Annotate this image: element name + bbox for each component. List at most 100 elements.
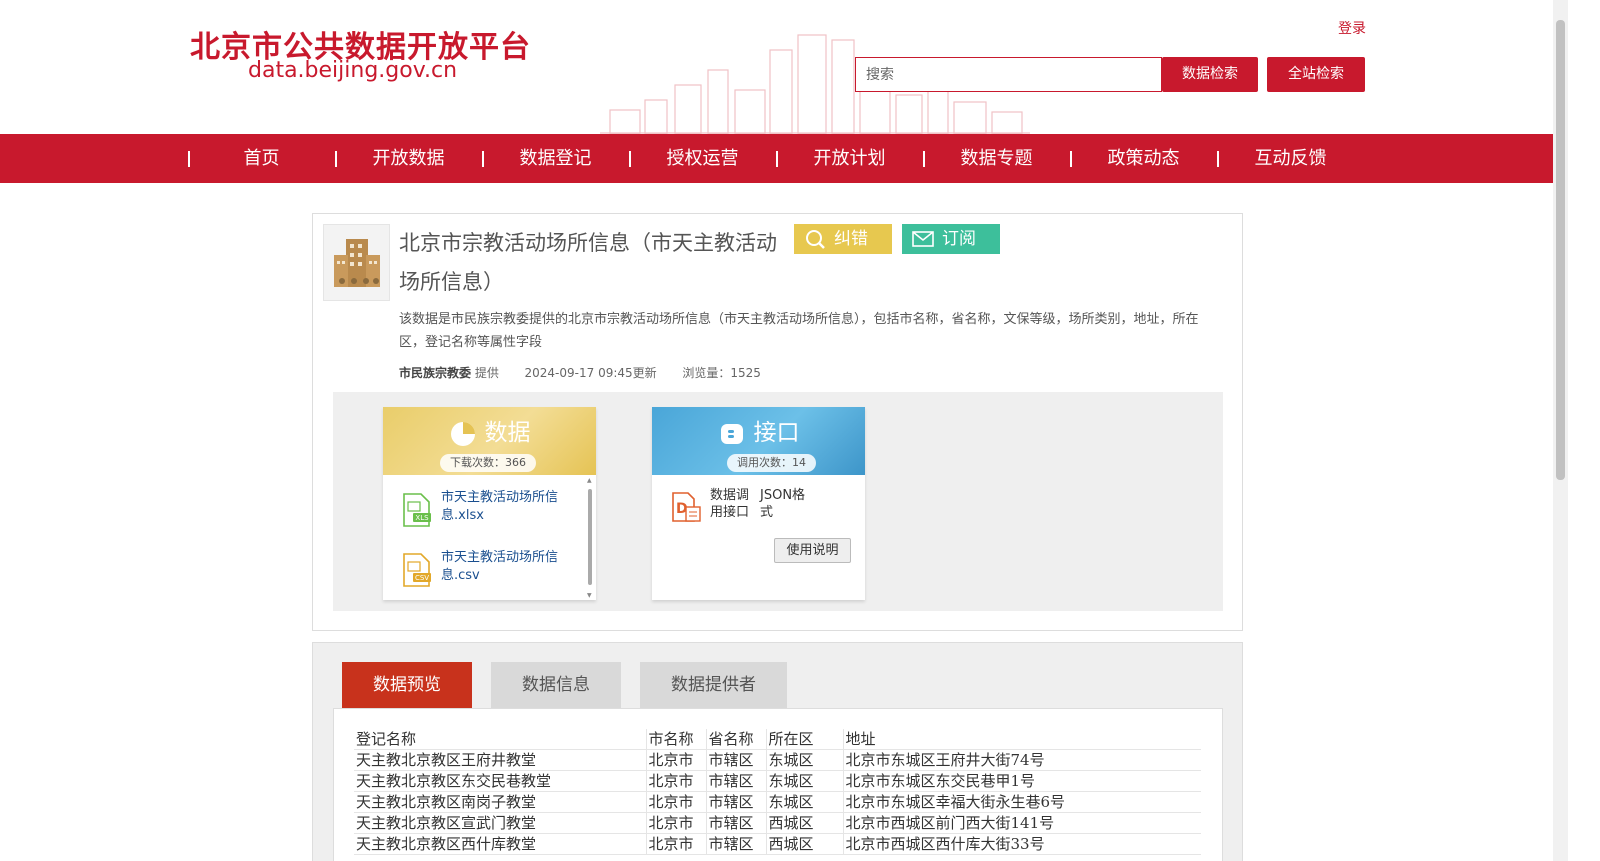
table-cell: 市辖区 xyxy=(705,833,766,855)
dataset-card: 北京市宗教活动场所信息（市天主教活动场所信息） 纠错 订阅 该数据是市民族宗教委… xyxy=(312,213,1243,631)
nav-item-feedback[interactable]: 互动反馈 xyxy=(1217,134,1364,183)
data-download-panel: 数据 下载次数：366 XLS 市天主教活动场所信息.xlsx CSV 市天主教… xyxy=(383,407,596,600)
table-cell: 北京市 xyxy=(645,749,706,771)
table-cell: 北京市 xyxy=(645,812,706,834)
table-header-cell: 市名称 xyxy=(645,729,706,750)
api-document-icon: D xyxy=(672,492,701,522)
scroll-down-icon[interactable]: ▼ xyxy=(587,592,592,599)
table-cell: 北京市东城区东交民巷甲1号 xyxy=(842,770,1201,792)
pie-chart-icon xyxy=(450,421,475,446)
table-cell: 天主教北京教区东交民巷教堂 xyxy=(354,770,646,792)
view-count: 浏览量：1525 xyxy=(682,366,761,380)
nav-item-data-topics[interactable]: 数据专题 xyxy=(923,134,1070,183)
nav-item-open-plan[interactable]: 开放计划 xyxy=(776,134,923,183)
table-cell: 天主教北京教区西什库教堂 xyxy=(354,833,646,855)
file-list-scrollbar[interactable]: ▲ ▼ xyxy=(586,477,594,599)
login-link[interactable]: 登录 xyxy=(1338,18,1366,38)
table-cell: 市辖区 xyxy=(705,812,766,834)
table-row: 天主教北京教区宣武门教堂 北京市 市辖区 西城区 北京市西城区前门西大街141号 xyxy=(354,812,1201,834)
subscribe-button[interactable]: 订阅 xyxy=(902,224,1000,254)
file-item-xlsx[interactable]: XLS 市天主教活动场所信息.xlsx xyxy=(401,489,571,533)
nav-item-open-data[interactable]: 开放数据 xyxy=(335,134,482,183)
table-header-row: 登记名称 市名称 省名称 所在区 地址 xyxy=(354,729,1201,750)
download-count-badge: 下载次数：366 xyxy=(440,454,536,472)
api-format-label: JSON格式 xyxy=(760,488,806,520)
data-panel-title: 数据 xyxy=(484,420,531,446)
dataset-title: 北京市宗教活动场所信息（市天主教活动场所信息） xyxy=(399,231,777,294)
resource-area: 数据 下载次数：366 XLS 市天主教活动场所信息.xlsx CSV 市天主教… xyxy=(333,392,1223,611)
api-docs-button[interactable]: 使用说明 xyxy=(774,538,851,563)
api-panel-header: 接口 调用次数：14 xyxy=(652,407,865,475)
svg-text:CSV: CSV xyxy=(415,574,429,582)
tab-data-preview[interactable]: 数据预览 xyxy=(342,662,472,708)
provider-suffix: 提供 xyxy=(474,366,499,380)
site-header: 北京市公共数据开放平台 data.beijing.gov.cn 登录 数据检索 … xyxy=(0,0,1585,134)
table-cell: 东城区 xyxy=(765,749,843,771)
table-cell: 天主教北京教区南岗子教堂 xyxy=(354,791,646,813)
page-scrollbar-thumb[interactable] xyxy=(1556,20,1565,480)
data-preview-panel: 登记名称 市名称 省名称 所在区 地址 天主教北京教区王府井教堂 北京市 市辖区… xyxy=(333,708,1223,861)
table-row: 天主教北京教区东交民巷教堂 北京市 市辖区 东城区 北京市东城区东交民巷甲1号 xyxy=(354,770,1201,792)
nav-item-home[interactable]: 首页 xyxy=(188,134,335,183)
dataset-detail-card: 数据预览 数据信息 数据提供者 登记名称 市名称 省名称 所在区 地址 天主教北… xyxy=(312,642,1243,861)
file-item-csv[interactable]: CSV 市天主教活动场所信息.csv xyxy=(401,549,571,593)
table-cell: 市辖区 xyxy=(705,791,766,813)
table-cell: 市辖区 xyxy=(705,770,766,792)
table-header-cell: 登记名称 xyxy=(354,729,646,750)
xls-file-icon: XLS xyxy=(403,493,431,527)
dataset-thumbnail xyxy=(323,224,390,301)
table-cell: 西城区 xyxy=(765,812,843,834)
table-cell: 东城区 xyxy=(765,770,843,792)
provider-name: 市民族宗教委 xyxy=(399,366,472,380)
search-input[interactable] xyxy=(855,57,1162,92)
file-name-csv[interactable]: 市天主教活动场所信息.csv xyxy=(441,549,561,585)
api-panel: 接口 调用次数：14 D 数据调用接口 JSON格式 使用说明 xyxy=(652,407,865,600)
nav-item-policy-news[interactable]: 政策动态 xyxy=(1070,134,1217,183)
table-cell: 西城区 xyxy=(765,833,843,855)
table-header-cell: 地址 xyxy=(842,729,1201,750)
api-icon xyxy=(720,423,743,444)
site-search-button[interactable]: 全站检索 xyxy=(1267,57,1365,92)
page-scrollbar[interactable] xyxy=(1553,0,1568,861)
site-logo-domain[interactable]: data.beijing.gov.cn xyxy=(248,58,457,83)
table-row: 天主教北京教区南岗子教堂 北京市 市辖区 东城区 北京市东城区幸福大街永生巷6号 xyxy=(354,791,1201,813)
table-row: 天主教北京教区西什库教堂 北京市 市辖区 西城区 北京市西城区西什库大街33号 xyxy=(354,833,1201,855)
envelope-icon xyxy=(912,231,934,247)
data-preview-table: 登记名称 市名称 省名称 所在区 地址 天主教北京教区王府井教堂 北京市 市辖区… xyxy=(354,729,1201,855)
table-header-cell: 省名称 xyxy=(705,729,766,750)
table-row: 天主教北京教区王府井教堂 北京市 市辖区 东城区 北京市东城区王府井大街74号 xyxy=(354,749,1201,771)
table-header-cell: 所在区 xyxy=(765,729,843,750)
tab-data-provider[interactable]: 数据提供者 xyxy=(640,662,787,708)
api-call-label: 数据调用接口 xyxy=(710,488,750,520)
table-cell: 北京市东城区王府井大街74号 xyxy=(842,749,1201,771)
report-error-button[interactable]: 纠错 xyxy=(794,224,892,254)
call-count-badge: 调用次数：14 xyxy=(727,454,816,472)
table-cell: 北京市 xyxy=(645,770,706,792)
table-cell: 北京市 xyxy=(645,791,706,813)
table-cell: 市辖区 xyxy=(705,749,766,771)
table-cell: 天主教北京教区宣武门教堂 xyxy=(354,812,646,834)
nav-item-data-registration[interactable]: 数据登记 xyxy=(482,134,629,183)
page: 北京市公共数据开放平台 data.beijing.gov.cn 登录 数据检索 … xyxy=(0,0,1600,861)
magnifier-icon xyxy=(806,230,825,249)
buildings-icon xyxy=(334,239,380,287)
table-cell: 天主教北京教区王府井教堂 xyxy=(354,749,646,771)
nav-item-authorized-operation[interactable]: 授权运营 xyxy=(629,134,776,183)
data-search-button[interactable]: 数据检索 xyxy=(1162,57,1258,92)
tab-data-info[interactable]: 数据信息 xyxy=(491,662,621,708)
table-cell: 北京市西城区前门西大街141号 xyxy=(842,812,1201,834)
file-name-xlsx[interactable]: 市天主教活动场所信息.xlsx xyxy=(441,489,561,525)
data-panel-header: 数据 下载次数：366 xyxy=(383,407,596,475)
dataset-meta: 市民族宗教委 提供 2024-09-17 09:45更新 浏览量：1525 xyxy=(399,364,761,381)
dataset-description: 该数据是市民族宗教委提供的北京市宗教活动场所信息（市天主教活动场所信息），包括市… xyxy=(399,312,1199,350)
update-time: 2024-09-17 09:45更新 xyxy=(524,366,657,380)
table-cell: 北京市东城区幸福大街永生巷6号 xyxy=(842,791,1201,813)
api-panel-title: 接口 xyxy=(753,420,800,446)
report-error-label: 纠错 xyxy=(834,229,868,249)
scroll-up-icon[interactable]: ▲ xyxy=(587,477,592,484)
table-cell: 东城区 xyxy=(765,791,843,813)
svg-text:XLS: XLS xyxy=(415,514,429,522)
csv-file-icon: CSV xyxy=(403,553,431,587)
main-nav: 首页 开放数据 数据登记 授权运营 开放计划 数据专题 政策动态 互动反馈 xyxy=(0,134,1553,183)
table-cell: 北京市西城区西什库大街33号 xyxy=(842,833,1201,855)
